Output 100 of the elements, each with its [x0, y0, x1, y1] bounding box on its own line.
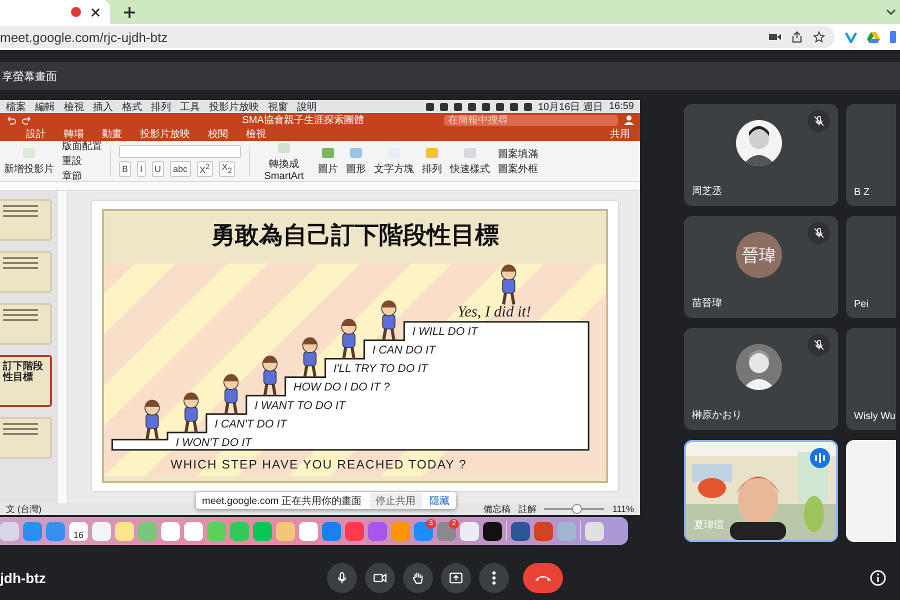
undo-icon[interactable] — [6, 115, 16, 125]
person-figure — [341, 318, 356, 360]
menu-item[interactable]: 檢視 — [64, 100, 84, 114]
end-call-button[interactable] — [523, 562, 563, 592]
step-label: I CAN DO IT — [372, 344, 436, 357]
format-button[interactable]: X$_{2}$ — [218, 161, 235, 177]
avatar-image — [736, 120, 782, 166]
menu-item[interactable]: 說明 — [297, 100, 317, 114]
more-button[interactable] — [479, 562, 509, 592]
ribbon-tab[interactable]: 檢視 — [246, 127, 266, 141]
camera-icon — [373, 570, 387, 584]
camera-icon[interactable] — [769, 32, 781, 42]
microphone-button[interactable] — [327, 562, 357, 592]
person-icon[interactable] — [624, 115, 634, 125]
participant-tile[interactable]: 周芝丞 — [684, 104, 838, 206]
smartart-button[interactable]: 轉換成 SmartArt — [258, 140, 310, 182]
brush-icon — [463, 146, 477, 160]
step-label: I WON'T DO IT — [176, 436, 252, 449]
format-button[interactable]: I — [137, 161, 146, 177]
slide-thumbnail[interactable] — [0, 303, 52, 345]
person-figure — [302, 337, 318, 379]
calendar-app-icon[interactable]: 16 — [69, 522, 88, 540]
person-figure — [381, 300, 396, 342]
present-button[interactable] — [441, 562, 471, 592]
exclaim-text: Yes, I did it! — [457, 304, 532, 321]
shape-fill-button[interactable]: 圖案填滿 — [498, 146, 538, 160]
mic-off-icon — [813, 339, 825, 351]
star-icon[interactable] — [813, 31, 825, 43]
zoom-text: 111% — [612, 504, 634, 514]
picture-button[interactable]: 圖片 — [318, 146, 338, 176]
participant-tile[interactable]: 晉瑋 苗晉瑋 — [684, 216, 838, 318]
comments-button[interactable]: 註解 — [518, 502, 536, 516]
participant-tile[interactable]: Pei — [846, 216, 896, 318]
raise-hand-button[interactable] — [403, 562, 433, 592]
format-button[interactable]: U — [152, 161, 164, 177]
slide-title: 勇敢為自己訂下階段性目標 — [211, 219, 499, 251]
ribbon-tab[interactable]: 投影片放映 — [140, 127, 190, 141]
image-icon — [321, 146, 335, 160]
menu-item[interactable]: 格式 — [122, 100, 142, 114]
stop-sharing-button[interactable]: 停止共用 — [370, 492, 422, 508]
address-field[interactable]: meet.google.com/rjc-ujdh-btz — [0, 26, 835, 48]
format-button[interactable]: B — [119, 161, 132, 177]
new-tab-icon[interactable] — [124, 6, 135, 18]
redo-icon[interactable] — [22, 115, 32, 125]
menu-item[interactable]: 視窗 — [268, 100, 288, 114]
document-title: SMA協會親子生涯探索團體 — [241, 114, 364, 127]
step-label: I WILL DO IT — [412, 326, 478, 338]
section-button[interactable]: 章節 — [62, 169, 102, 183]
menu-item[interactable]: 工具 — [180, 100, 200, 114]
font-dropdown[interactable] — [119, 145, 241, 158]
notes-button[interactable]: 備忘稿 — [483, 502, 510, 516]
format-button[interactable]: abc — [170, 161, 191, 177]
slide-thumbnail[interactable]: 訂下階段性目標 — [0, 355, 52, 407]
menu-item[interactable]: 檔案 — [6, 100, 26, 114]
participant-tile[interactable]: B Z — [846, 104, 896, 206]
menu-item[interactable]: 插入 — [93, 100, 113, 114]
language-text: 文 (台灣) — [6, 502, 42, 516]
presentation-title: 享螢幕畫面 — [2, 70, 57, 84]
ribbon-tab[interactable]: 轉場 — [64, 127, 84, 141]
menu-item[interactable]: 編輯 — [35, 100, 55, 114]
participant-name: 苗晉瑋 — [692, 296, 722, 310]
hide-link[interactable]: 隱藏 — [430, 494, 450, 508]
participant-tile[interactable]: 榊原かおり — [684, 328, 838, 430]
layout-button[interactable]: 版面配置 — [62, 139, 102, 153]
caption-text: WHICH STEP HAVE YOU REACHED TODAY ? — [170, 457, 467, 472]
participant-name: 夏瑋瑄 — [694, 518, 724, 532]
drive-icon[interactable] — [867, 32, 880, 42]
quick-styles-button[interactable]: 快速樣式 — [450, 146, 490, 176]
menu-item[interactable]: 排列 — [151, 100, 171, 114]
close-icon[interactable] — [91, 8, 100, 16]
arrange-button[interactable]: 排列 — [422, 146, 442, 176]
avatar-image — [736, 344, 782, 390]
info-icon[interactable] — [870, 570, 886, 586]
app-icon[interactable] — [483, 522, 502, 540]
camera-button[interactable] — [365, 562, 395, 592]
new-slide-button[interactable]: 新增投影片 — [4, 146, 54, 176]
participant-name: Wisly Wu — [854, 411, 896, 422]
participant-name: 榊原かおり — [692, 408, 742, 422]
reset-button[interactable]: 重設 — [62, 154, 102, 168]
shapes-button[interactable]: 圖形 — [346, 146, 366, 176]
ribbon-tab[interactable]: 動畫 — [102, 127, 122, 141]
arrange-icon — [425, 146, 439, 160]
ribbon-tab[interactable]: 校閱 — [208, 127, 228, 141]
chevron-down-icon[interactable] — [886, 8, 896, 16]
slide-thumbnail[interactable] — [0, 251, 52, 293]
ribbon-tab[interactable]: 設計 — [26, 127, 46, 141]
format-button[interactable]: X$^{2}$ — [196, 161, 213, 177]
participant-tile[interactable]: Wisly Wu — [846, 328, 896, 430]
slide-thumbnail[interactable] — [0, 417, 52, 459]
text-box-button[interactable]: 文字方塊 — [374, 146, 414, 176]
menu-item[interactable]: 投影片放映 — [209, 100, 259, 114]
browser-tab[interactable] — [0, 0, 110, 24]
share-icon[interactable] — [791, 31, 803, 43]
hand-icon — [411, 570, 425, 584]
slide-thumbnail[interactable] — [0, 199, 52, 241]
shape-outline-button[interactable]: 圖案外框 — [498, 162, 538, 176]
step-label: I'LL TRY TO DO IT — [333, 363, 428, 376]
notice-text: meet.google.com 正在共用你的畫面 — [202, 494, 362, 508]
share-button[interactable]: 共用 — [610, 127, 630, 141]
v-extension-icon[interactable] — [845, 32, 857, 42]
